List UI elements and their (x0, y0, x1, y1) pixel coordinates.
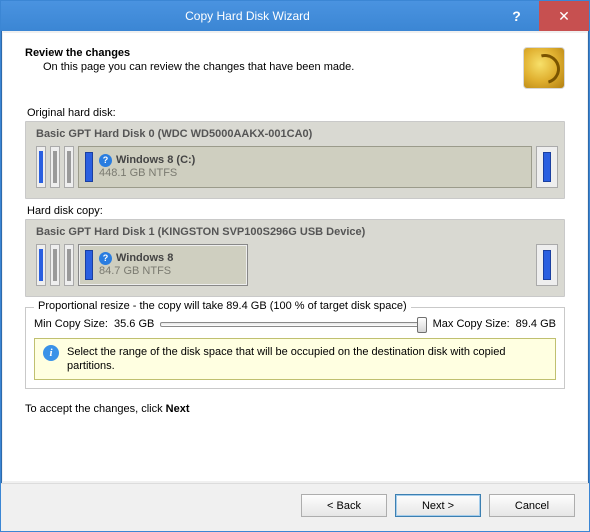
wizard-window: Copy Hard Disk Wizard ? ✕ Review the cha… (0, 0, 590, 532)
resize-group: Proportional resize - the copy will take… (25, 307, 565, 389)
titlebar: Copy Hard Disk Wizard ? ✕ (1, 1, 589, 31)
help-badge-icon: ? (99, 252, 112, 265)
accept-hint: To accept the changes, click Next (25, 403, 565, 415)
slider-thumb-icon[interactable] (417, 317, 427, 333)
help-badge-icon: ? (99, 154, 112, 167)
partition-stub[interactable] (50, 244, 60, 286)
help-button[interactable]: ? (494, 1, 539, 31)
partition-stub[interactable] (36, 244, 46, 286)
min-size-value: 35.6 GB (114, 318, 154, 330)
partition-stub[interactable] (64, 146, 74, 188)
max-size-label: Max Copy Size: (433, 318, 510, 330)
copy-disk-panel: Basic GPT Hard Disk 1 (KINGSTON SVP100S2… (25, 219, 565, 297)
original-disk-panel: Basic GPT Hard Disk 0 (WDC WD5000AAKX-00… (25, 121, 565, 199)
usage-bar-icon (85, 250, 93, 280)
back-button[interactable]: < Back (301, 494, 387, 517)
partition-name: Windows 8 (116, 252, 173, 265)
info-box: i Select the range of the disk space tha… (34, 338, 556, 380)
page-title: Review the changes (25, 47, 523, 59)
partition-stub[interactable] (536, 244, 558, 286)
info-icon: i (43, 345, 59, 361)
copy-main-partition[interactable]: ? Windows 8 84.7 GB NTFS (78, 244, 248, 286)
partition-stub[interactable] (64, 244, 74, 286)
original-disk-title: Basic GPT Hard Disk 0 (WDC WD5000AAKX-00… (36, 128, 558, 140)
partition-size: 84.7 GB NTFS (99, 265, 173, 278)
copy-disk-label: Hard disk copy: (27, 205, 565, 217)
original-disk-label: Original hard disk: (27, 107, 565, 119)
partition-stub[interactable] (50, 146, 60, 188)
copy-disk-title: Basic GPT Hard Disk 1 (KINGSTON SVP100S2… (36, 226, 558, 238)
info-text: Select the range of the disk space that … (67, 345, 547, 373)
usage-bar-icon (85, 152, 93, 182)
window-controls: ? ✕ (494, 1, 589, 31)
resize-legend: Proportional resize - the copy will take… (34, 300, 411, 312)
copy-partition-map: ? Windows 8 84.7 GB NTFS (36, 244, 558, 286)
wizard-footer: < Back Next > Cancel (1, 483, 589, 531)
close-button[interactable]: ✕ (539, 1, 589, 31)
resize-slider[interactable] (160, 322, 426, 327)
cancel-button[interactable]: Cancel (489, 494, 575, 517)
wizard-body: Review the changes On this page you can … (3, 33, 587, 481)
resize-slider-row: Min Copy Size: 35.6 GB Max Copy Size: 89… (34, 318, 556, 330)
page-header: Review the changes On this page you can … (25, 47, 565, 89)
partition-stub[interactable] (36, 146, 46, 188)
partition-stub[interactable] (536, 146, 558, 188)
original-main-partition[interactable]: ? Windows 8 (C:) 448.1 GB NTFS (78, 146, 532, 188)
partition-name: Windows 8 (C:) (116, 154, 195, 167)
next-button[interactable]: Next > (395, 494, 481, 517)
partition-size: 448.1 GB NTFS (99, 167, 195, 180)
max-size-value: 89.4 GB (516, 318, 556, 330)
min-size-label: Min Copy Size: (34, 318, 108, 330)
page-subtitle: On this page you can review the changes … (43, 61, 523, 73)
window-title: Copy Hard Disk Wizard (1, 9, 494, 23)
wizard-icon (523, 47, 565, 89)
original-partition-map: ? Windows 8 (C:) 448.1 GB NTFS (36, 146, 558, 188)
